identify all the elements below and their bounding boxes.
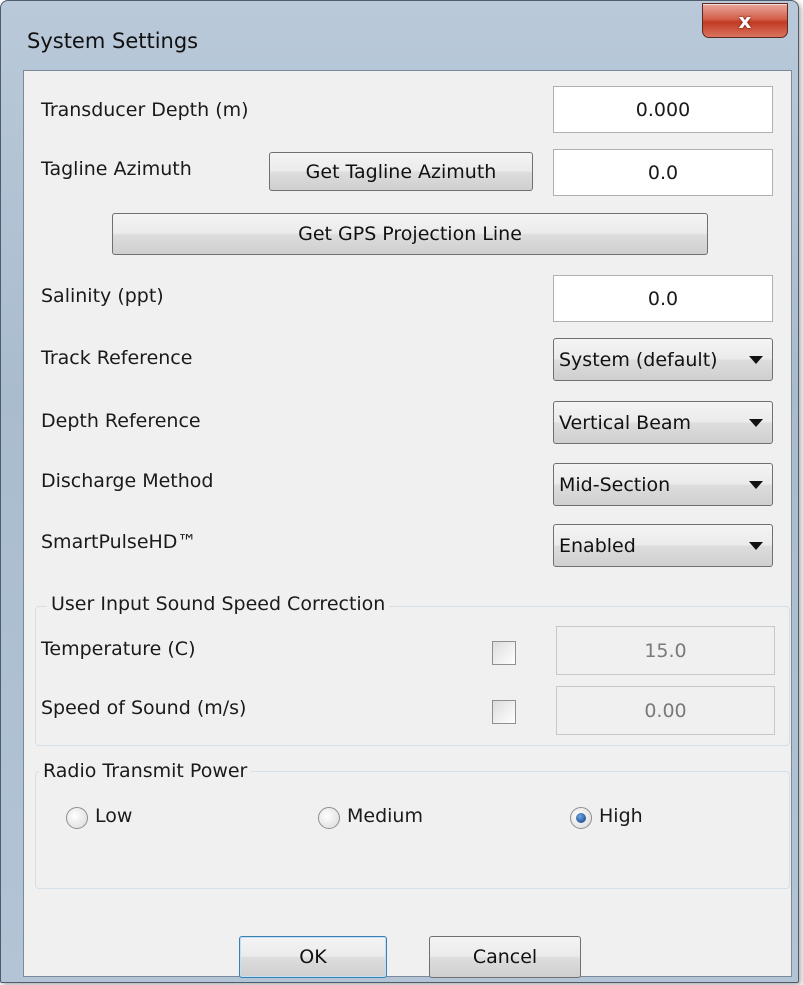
depth-reference-select[interactable]: Vertical Beam	[553, 401, 773, 444]
radio-medium[interactable]	[318, 807, 340, 829]
chevron-down-icon	[749, 541, 763, 550]
chevron-down-icon	[749, 355, 763, 364]
radio-low-label[interactable]: Low	[95, 805, 132, 827]
close-icon: x	[738, 8, 752, 33]
depth-reference-value: Vertical Beam	[559, 411, 692, 434]
track-reference-select[interactable]: System (default)	[553, 338, 773, 381]
radio-high-label[interactable]: High	[599, 805, 643, 827]
transducer-depth-label: Transducer Depth (m)	[41, 99, 249, 121]
temperature-checkbox[interactable]	[492, 641, 516, 665]
radio-low[interactable]	[66, 807, 88, 829]
salinity-input[interactable]: 0.0	[553, 275, 773, 322]
transducer-depth-input[interactable]: 0.000	[553, 86, 773, 133]
discharge-method-value: Mid-Section	[559, 473, 671, 496]
close-button[interactable]: x	[702, 3, 788, 38]
salinity-label: Salinity (ppt)	[41, 285, 164, 307]
depth-reference-label: Depth Reference	[41, 410, 201, 432]
window-title: System Settings	[27, 29, 199, 53]
system-settings-dialog: System Settings x Transducer Depth (m) 0…	[0, 0, 799, 983]
get-gps-projection-line-button[interactable]: Get GPS Projection Line	[112, 213, 708, 255]
radio-high[interactable]	[570, 807, 592, 829]
dialog-body: Transducer Depth (m) 0.000 Tagline Azimu…	[23, 70, 792, 978]
chevron-down-icon	[749, 480, 763, 489]
track-reference-value: System (default)	[559, 348, 718, 371]
radio-medium-label[interactable]: Medium	[347, 805, 423, 827]
radio-transmit-power-title: Radio Transmit Power	[39, 760, 252, 782]
smartpulse-value: Enabled	[559, 534, 636, 557]
smartpulse-select[interactable]: Enabled	[553, 524, 773, 567]
discharge-method-select[interactable]: Mid-Section	[553, 463, 773, 506]
sound-speed-group-title: User Input Sound Speed Correction	[47, 593, 390, 615]
temperature-label: Temperature (C)	[41, 638, 196, 660]
get-tagline-azimuth-button[interactable]: Get Tagline Azimuth	[269, 152, 533, 191]
cancel-button[interactable]: Cancel	[429, 936, 581, 978]
radio-transmit-power-group	[35, 771, 790, 889]
tagline-azimuth-input[interactable]: 0.0	[553, 149, 773, 196]
discharge-method-label: Discharge Method	[41, 470, 214, 492]
speed-of-sound-input[interactable]: 0.00	[556, 686, 775, 735]
smartpulse-label: SmartPulseHD™	[41, 531, 197, 553]
ok-button[interactable]: OK	[239, 936, 387, 978]
temperature-input[interactable]: 15.0	[556, 626, 775, 675]
speed-of-sound-checkbox[interactable]	[492, 700, 516, 724]
tagline-azimuth-label: Tagline Azimuth	[41, 158, 192, 180]
chevron-down-icon	[749, 418, 763, 427]
speed-of-sound-label: Speed of Sound (m/s)	[41, 697, 247, 719]
track-reference-label: Track Reference	[41, 347, 193, 369]
